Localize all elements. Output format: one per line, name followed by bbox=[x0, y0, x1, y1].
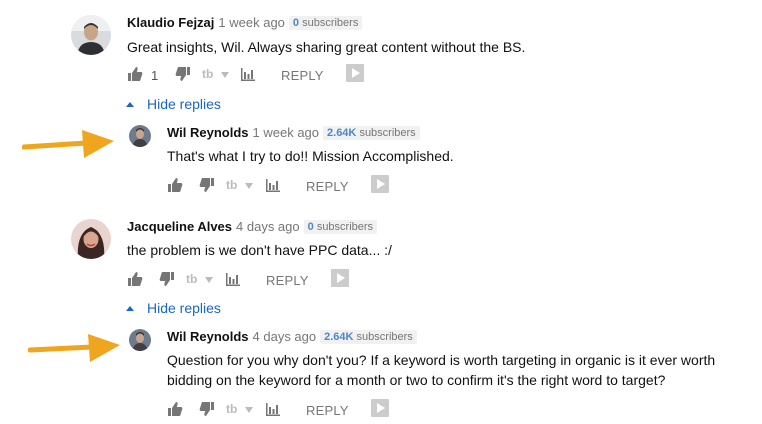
comment-text-line: Question for you why don't you? If a key… bbox=[167, 352, 716, 368]
timestamp[interactable]: 4 days ago bbox=[253, 329, 317, 344]
analytics-button[interactable] bbox=[265, 177, 281, 193]
like-button[interactable] bbox=[167, 177, 183, 193]
tb-dropdown-icon: tb bbox=[186, 272, 213, 286]
reply-button[interactable]: REPLY bbox=[266, 273, 309, 288]
promote-button[interactable] bbox=[371, 175, 389, 193]
timestamp[interactable]: 4 days ago bbox=[236, 219, 300, 234]
comment-header: Wil Reynolds 1 week ago 2.64K subscribers bbox=[167, 125, 420, 141]
comment-text: Great insights, Wil. Always sharing grea… bbox=[127, 39, 526, 55]
orange-arrow-annotation bbox=[21, 126, 116, 160]
bar-chart-icon bbox=[266, 403, 280, 416]
thumbs-up-icon bbox=[168, 178, 183, 192]
tb-dropdown-icon: tb bbox=[202, 67, 229, 81]
analytics-button[interactable] bbox=[265, 401, 281, 417]
reply-button[interactable]: REPLY bbox=[306, 403, 349, 418]
like-count: 1 bbox=[151, 68, 159, 83]
like-button[interactable] bbox=[127, 66, 143, 82]
subscriber-count: 0 bbox=[292, 17, 300, 29]
play-badge-icon bbox=[371, 175, 389, 193]
comment-actions: 1 tb REPLY bbox=[127, 64, 377, 86]
hide-replies-label: Hide replies bbox=[147, 96, 221, 112]
subscriber-badge: 2.64K subscribers bbox=[323, 126, 420, 140]
subscriber-badge: 0 subscribers bbox=[303, 220, 378, 234]
play-badge-icon bbox=[371, 399, 389, 417]
bar-chart-icon bbox=[241, 68, 255, 81]
timestamp[interactable]: 1 week ago bbox=[253, 125, 320, 140]
avatar[interactable] bbox=[129, 125, 151, 147]
dislike-button[interactable] bbox=[159, 271, 175, 287]
comment-header: Jacqueline Alves 4 days ago 0 subscribers bbox=[127, 219, 378, 235]
reply-button[interactable]: REPLY bbox=[281, 68, 324, 83]
hide-replies-button[interactable]: Hide replies bbox=[126, 300, 221, 316]
reply-button[interactable]: REPLY bbox=[306, 179, 349, 194]
subscriber-label: subscribers bbox=[302, 17, 359, 29]
comment-text: the problem is we don't have PPC data...… bbox=[127, 242, 392, 258]
translate-dropdown[interactable]: tb bbox=[226, 401, 256, 417]
like-button[interactable] bbox=[167, 401, 183, 417]
caret-up-icon bbox=[126, 102, 134, 107]
dislike-button[interactable] bbox=[199, 177, 215, 193]
analytics-button[interactable] bbox=[240, 66, 256, 82]
comment-actions: tb REPLY bbox=[167, 175, 397, 197]
comment-actions: tb REPLY bbox=[167, 399, 397, 421]
author-name[interactable]: Klaudio Fejzaj bbox=[127, 15, 214, 30]
dislike-button[interactable] bbox=[175, 66, 191, 82]
comment-text: That's what I try to do!! Mission Accomp… bbox=[167, 148, 454, 164]
tb-dropdown-icon: tb bbox=[226, 178, 253, 192]
comment-header: Klaudio Fejzaj 1 week ago 0 subscribers bbox=[127, 15, 363, 31]
promote-button[interactable] bbox=[371, 399, 389, 417]
thumbs-down-icon bbox=[199, 178, 214, 192]
avatar[interactable] bbox=[129, 329, 151, 351]
thumbs-up-icon bbox=[168, 402, 183, 416]
translate-dropdown[interactable]: tb bbox=[202, 66, 232, 82]
comment-actions: tb REPLY bbox=[127, 269, 367, 291]
bar-chart-icon bbox=[226, 273, 240, 286]
analytics-button[interactable] bbox=[225, 271, 241, 287]
author-name[interactable]: Jacqueline Alves bbox=[127, 219, 232, 234]
subscriber-badge: 2.64K subscribers bbox=[320, 330, 417, 344]
subscriber-label: subscribers bbox=[356, 331, 413, 343]
comment-text-line: bidding on the keyword for a month or tw… bbox=[167, 372, 666, 388]
thumbs-up-icon bbox=[128, 67, 143, 81]
svg-text:tb: tb bbox=[226, 402, 237, 416]
author-name[interactable]: Wil Reynolds bbox=[167, 329, 249, 344]
thumbs-down-icon bbox=[199, 402, 214, 416]
subscriber-label: subscribers bbox=[316, 221, 374, 233]
promote-button[interactable] bbox=[331, 269, 349, 287]
svg-text:tb: tb bbox=[226, 178, 237, 192]
orange-arrow-annotation bbox=[27, 330, 122, 364]
hide-replies-label: Hide replies bbox=[147, 300, 221, 316]
promote-button[interactable] bbox=[346, 64, 364, 82]
timestamp[interactable]: 1 week ago bbox=[218, 15, 285, 30]
bar-chart-icon bbox=[266, 179, 280, 192]
subscriber-count: 2.64K bbox=[327, 127, 357, 139]
avatar[interactable] bbox=[71, 15, 111, 55]
author-name[interactable]: Wil Reynolds bbox=[167, 125, 249, 140]
subscriber-count: 0 bbox=[307, 221, 314, 233]
caret-up-icon bbox=[126, 306, 134, 311]
subscriber-badge: 0 subscribers bbox=[288, 16, 363, 30]
hide-replies-button[interactable]: Hide replies bbox=[126, 96, 221, 112]
play-badge-icon bbox=[331, 269, 349, 287]
svg-text:tb: tb bbox=[186, 272, 197, 286]
play-badge-icon bbox=[346, 64, 364, 82]
translate-dropdown[interactable]: tb bbox=[226, 177, 256, 193]
translate-dropdown[interactable]: tb bbox=[186, 271, 216, 287]
tb-dropdown-icon: tb bbox=[226, 402, 253, 416]
subscriber-count: 2.64K bbox=[324, 331, 354, 343]
thumbs-down-icon bbox=[159, 272, 174, 286]
like-button[interactable] bbox=[127, 271, 143, 287]
thumbs-down-icon bbox=[175, 67, 190, 81]
comment-header: Wil Reynolds 4 days ago 2.64K subscribers bbox=[167, 329, 417, 345]
svg-text:tb: tb bbox=[202, 67, 213, 81]
avatar[interactable] bbox=[71, 219, 111, 259]
thumbs-up-icon bbox=[128, 272, 143, 286]
dislike-button[interactable] bbox=[199, 401, 215, 417]
subscriber-label: subscribers bbox=[359, 127, 416, 139]
